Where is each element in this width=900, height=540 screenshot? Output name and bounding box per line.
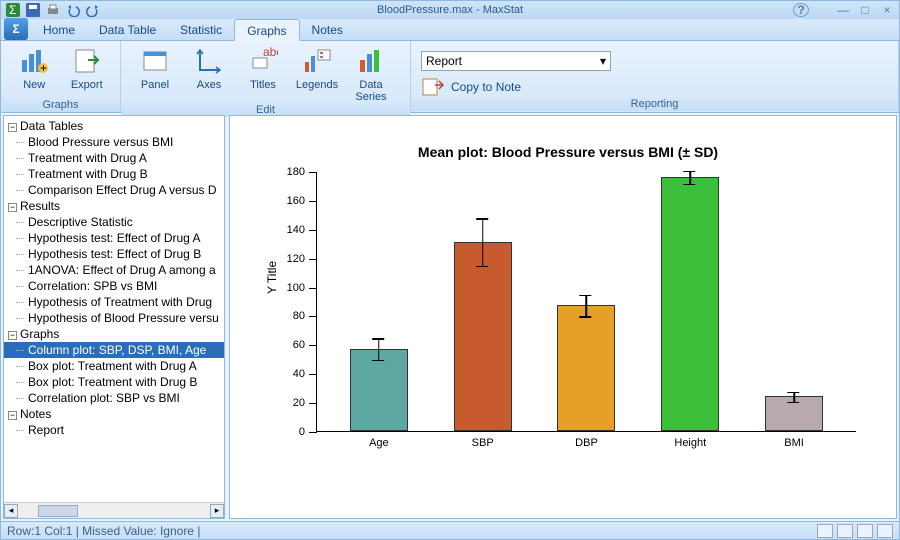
chart-title: Mean plot: Blood Pressure versus BMI (± … — [260, 144, 876, 160]
legends-button[interactable]: Legends — [293, 45, 341, 103]
bar-sbp: SBP — [443, 242, 523, 431]
tree-section[interactable]: −Results — [4, 198, 224, 214]
tab-home[interactable]: Home — [31, 19, 87, 40]
title-bar: Σ BloodPressure.max - MaxStat ? — □ × — [1, 1, 899, 19]
tree-item[interactable]: Blood Pressure versus BMI — [4, 134, 224, 150]
tab-data-table[interactable]: Data Table — [87, 19, 168, 40]
y-axis-title: Y Title — [265, 261, 279, 294]
chart-panel: Mean plot: Blood Pressure versus BMI (± … — [229, 115, 897, 519]
scroll-left-arrow[interactable]: ◂ — [4, 504, 18, 518]
tree-section[interactable]: −Data Tables — [4, 118, 224, 134]
tree-item[interactable]: Correlation plot: SBP vs BMI — [4, 390, 224, 406]
titles-button[interactable]: abc Titles — [239, 45, 287, 103]
export-icon — [71, 45, 103, 77]
data-series-button[interactable]: Data Series — [347, 45, 395, 103]
axes-button[interactable]: Axes — [185, 45, 233, 103]
svg-text:+: + — [40, 61, 47, 75]
tree-item[interactable]: Column plot: SBP, DSP, BMI, Age — [4, 342, 224, 358]
tree-section[interactable]: −Graphs — [4, 326, 224, 342]
export-button[interactable]: Export — [64, 45, 111, 98]
tree-item[interactable]: Descriptive Statistic — [4, 214, 224, 230]
window-controls: ? — □ × — [793, 3, 895, 17]
main-body: −Data TablesBlood Pressure versus BMITre… — [1, 113, 899, 521]
bar-bmi: BMI — [754, 396, 834, 431]
panel-button[interactable]: Panel — [131, 45, 179, 103]
scroll-right-arrow[interactable]: ▸ — [210, 504, 224, 518]
bar-dbp: DBP — [546, 305, 626, 431]
tree-item[interactable]: Comparison Effect Drug A versus D — [4, 182, 224, 198]
tree-item[interactable]: Hypothesis test: Effect of Drug B — [4, 246, 224, 262]
tree-item[interactable]: Correlation: SPB vs BMI — [4, 278, 224, 294]
tree-item[interactable]: 1ANOVA: Effect of Drug A among a — [4, 262, 224, 278]
tree-horizontal-scrollbar[interactable]: ◂ ▸ — [4, 502, 224, 518]
status-bar: Row:1 Col:1 | Missed Value: Ignore | — [1, 521, 899, 539]
bar-height: Height — [650, 177, 730, 431]
legends-icon — [301, 45, 333, 77]
project-tree-panel: −Data TablesBlood Pressure versus BMITre… — [3, 115, 225, 519]
report-dropdown[interactable]: Report ▾ — [421, 51, 611, 71]
tree-item[interactable]: Box plot: Treatment with Drug B — [4, 374, 224, 390]
tree-item[interactable]: Treatment with Drug A — [4, 150, 224, 166]
svg-text:abc: abc — [263, 46, 278, 59]
tree-item[interactable]: Box plot: Treatment with Drug A — [4, 358, 224, 374]
tree-section[interactable]: −Notes — [4, 406, 224, 422]
bar-age: Age — [339, 349, 419, 431]
menu-tabs: Home Data Table Statistic Graphs Notes — [1, 19, 899, 41]
window-title: BloodPressure.max - MaxStat — [1, 4, 899, 16]
group-label: Reporting — [411, 97, 898, 111]
bar-chart-new-icon: + — [18, 45, 50, 77]
tab-graphs[interactable]: Graphs — [234, 19, 299, 41]
status-button-2[interactable] — [837, 524, 853, 538]
status-button-1[interactable] — [817, 524, 833, 538]
tree-item[interactable]: Treatment with Drug B — [4, 166, 224, 182]
ribbon: + New Export Graphs Panel Axes abc Title… — [1, 41, 899, 113]
close-button[interactable]: × — [879, 3, 895, 17]
group-label: Graphs — [1, 98, 120, 112]
ribbon-group-reporting: Report ▾ Copy to Note Reporting — [411, 41, 899, 112]
tab-statistic[interactable]: Statistic — [168, 19, 234, 40]
scroll-thumb[interactable] — [38, 505, 78, 517]
chart-plot-area: AgeSBPDBPHeightBMI 020406080100120140160… — [316, 172, 856, 432]
tab-notes[interactable]: Notes — [300, 19, 355, 40]
status-view-buttons — [817, 524, 893, 538]
new-graph-button[interactable]: + New — [11, 45, 58, 98]
project-tree[interactable]: −Data TablesBlood Pressure versus BMITre… — [4, 116, 224, 502]
chevron-down-icon: ▾ — [600, 54, 606, 68]
copy-note-icon — [421, 77, 445, 97]
minimize-button[interactable]: — — [835, 3, 851, 17]
ribbon-group-edit: Panel Axes abc Titles Legends Data Serie… — [121, 41, 411, 112]
status-button-3[interactable] — [857, 524, 873, 538]
tree-item[interactable]: Hypothesis of Treatment with Drug — [4, 294, 224, 310]
help-icon[interactable]: ? — [793, 3, 809, 17]
application-menu-button[interactable]: Σ — [4, 18, 28, 40]
titles-icon: abc — [247, 45, 279, 77]
status-button-4[interactable] — [877, 524, 893, 538]
tree-item[interactable]: Report — [4, 422, 224, 438]
status-text: Row:1 Col:1 | Missed Value: Ignore | — [7, 524, 200, 538]
ribbon-group-graphs: + New Export Graphs — [1, 41, 121, 112]
data-series-icon — [355, 45, 387, 77]
axes-icon — [193, 45, 225, 77]
panel-icon — [139, 45, 171, 77]
maximize-button[interactable]: □ — [857, 3, 873, 17]
tree-item[interactable]: Hypothesis of Blood Pressure versu — [4, 310, 224, 326]
tree-item[interactable]: Hypothesis test: Effect of Drug A — [4, 230, 224, 246]
copy-to-note-button[interactable]: Copy to Note — [421, 77, 521, 97]
